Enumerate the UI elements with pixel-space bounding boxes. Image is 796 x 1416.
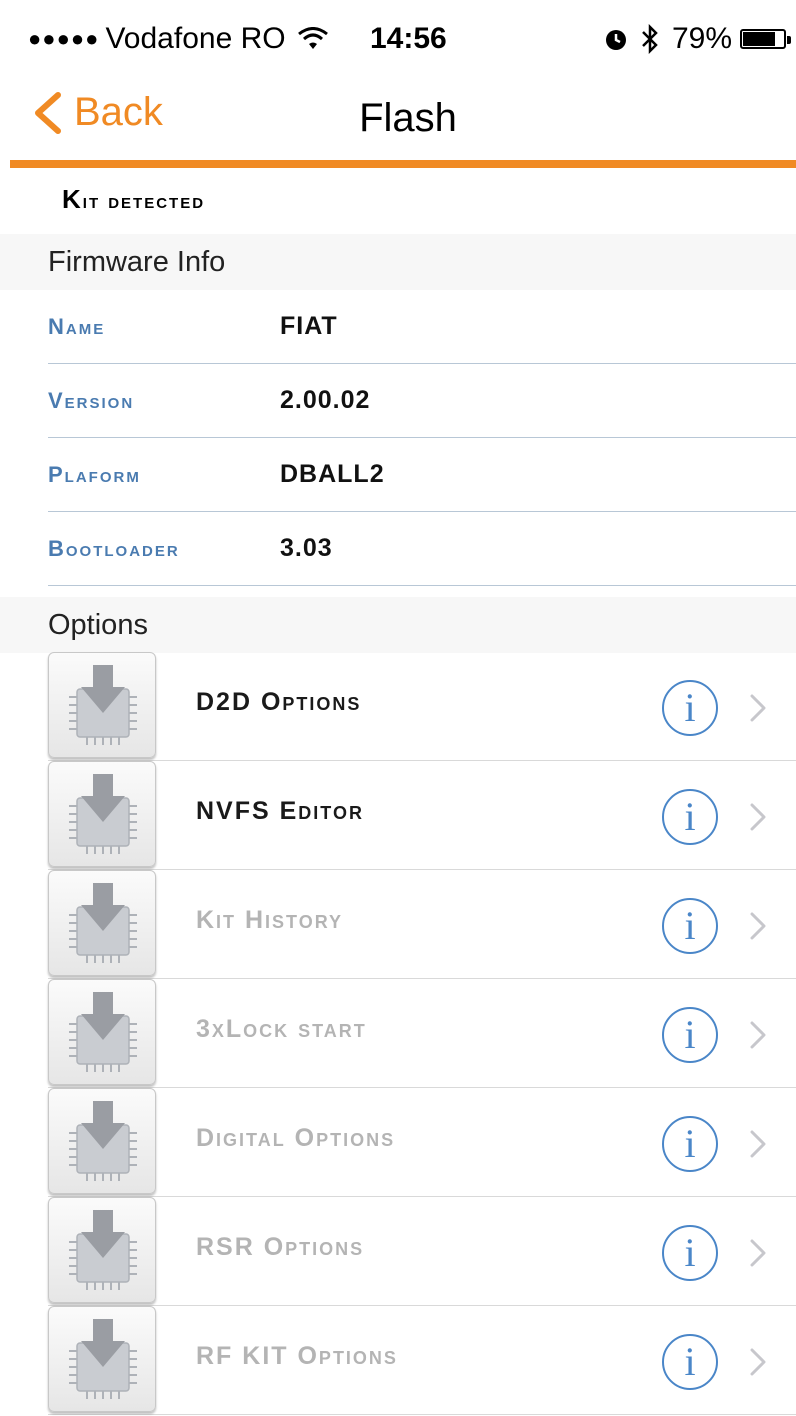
option-label: D2D Options (196, 688, 362, 716)
wifi-icon (297, 27, 328, 49)
nav-divider (10, 160, 796, 168)
chip-download-icon (48, 979, 156, 1085)
firmware-row-platform: Plaform DBALL2 (48, 438, 796, 512)
firmware-key: Version (48, 387, 135, 413)
battery-icon (740, 29, 791, 49)
firmware-value: 2.00.02 (280, 386, 371, 414)
chevron-right-icon (750, 912, 766, 940)
firmware-value: DBALL2 (280, 460, 385, 488)
option-label: RF KIT Options (196, 1342, 398, 1370)
chevron-right-icon (750, 1021, 766, 1049)
option-label: Digital Options (196, 1124, 396, 1152)
info-icon[interactable]: i (662, 680, 718, 736)
firmware-key: Plaform (48, 461, 141, 487)
battery-nub (787, 36, 791, 44)
chevron-right-icon (750, 694, 766, 722)
navigation-bar: Back Flash (0, 80, 796, 158)
status-right: 79% (604, 22, 791, 56)
battery-percent: 79% (671, 22, 732, 55)
bluetooth-icon (642, 24, 658, 54)
option-row-nvfs-editor[interactable]: NVFS Editor i (48, 761, 796, 870)
chip-download-icon (48, 1306, 156, 1412)
clock-time: 14:56 (370, 22, 447, 55)
info-icon[interactable]: i (662, 1225, 718, 1281)
kit-status-label: Kit detected (62, 184, 206, 214)
status-left: ●●●●● Vodafone RO (28, 22, 328, 56)
option-label: RSR Options (196, 1233, 365, 1261)
option-label: NVFS Editor (196, 797, 364, 825)
battery-fill (743, 32, 775, 46)
firmware-info-header: Firmware Info (0, 234, 796, 290)
info-icon[interactable]: i (662, 1334, 718, 1390)
firmware-value: 3.03 (280, 534, 333, 562)
chevron-right-icon (750, 1130, 766, 1158)
info-icon[interactable]: i (662, 898, 718, 954)
option-label: Kit History (196, 906, 344, 934)
chip-download-icon (48, 1197, 156, 1303)
info-icon[interactable]: i (662, 1007, 718, 1063)
firmware-value: FIAT (280, 312, 338, 340)
option-row-d2d-options[interactable]: D2D Options i (48, 652, 796, 761)
carrier-name: Vodafone RO (105, 22, 286, 55)
alarm-icon (605, 30, 626, 50)
option-row-digital-options[interactable]: Digital Options i (48, 1088, 796, 1197)
signal-strength-icon: ●●●●● (28, 26, 100, 51)
chevron-right-icon (750, 1239, 766, 1267)
firmware-key: Name (48, 313, 106, 339)
option-label: 3xLock start (196, 1015, 367, 1043)
options-header: Options (0, 597, 796, 653)
option-row-rsr-options[interactable]: RSR Options i (48, 1197, 796, 1306)
chip-download-icon (48, 761, 156, 867)
chevron-right-icon (750, 803, 766, 831)
firmware-row-version: Version 2.00.02 (48, 364, 796, 438)
status-bar: ●●●●● Vodafone RO 14:56 79% (0, 0, 796, 80)
option-row-kit-history[interactable]: Kit History i (48, 870, 796, 979)
page-title: Flash (359, 96, 457, 140)
info-icon[interactable]: i (662, 789, 718, 845)
firmware-key: Bootloader (48, 535, 180, 561)
chip-download-icon (48, 652, 156, 758)
option-row-3xlock-start[interactable]: 3xLock start i (48, 979, 796, 1088)
info-icon[interactable]: i (662, 1116, 718, 1172)
firmware-row-bootloader: Bootloader 3.03 (48, 512, 796, 586)
chevron-right-icon (750, 1348, 766, 1376)
firmware-row-name: Name FIAT (48, 290, 796, 364)
option-row-rf-kit-options[interactable]: RF KIT Options i (48, 1306, 796, 1415)
chip-download-icon (48, 1088, 156, 1194)
chip-download-icon (48, 870, 156, 976)
